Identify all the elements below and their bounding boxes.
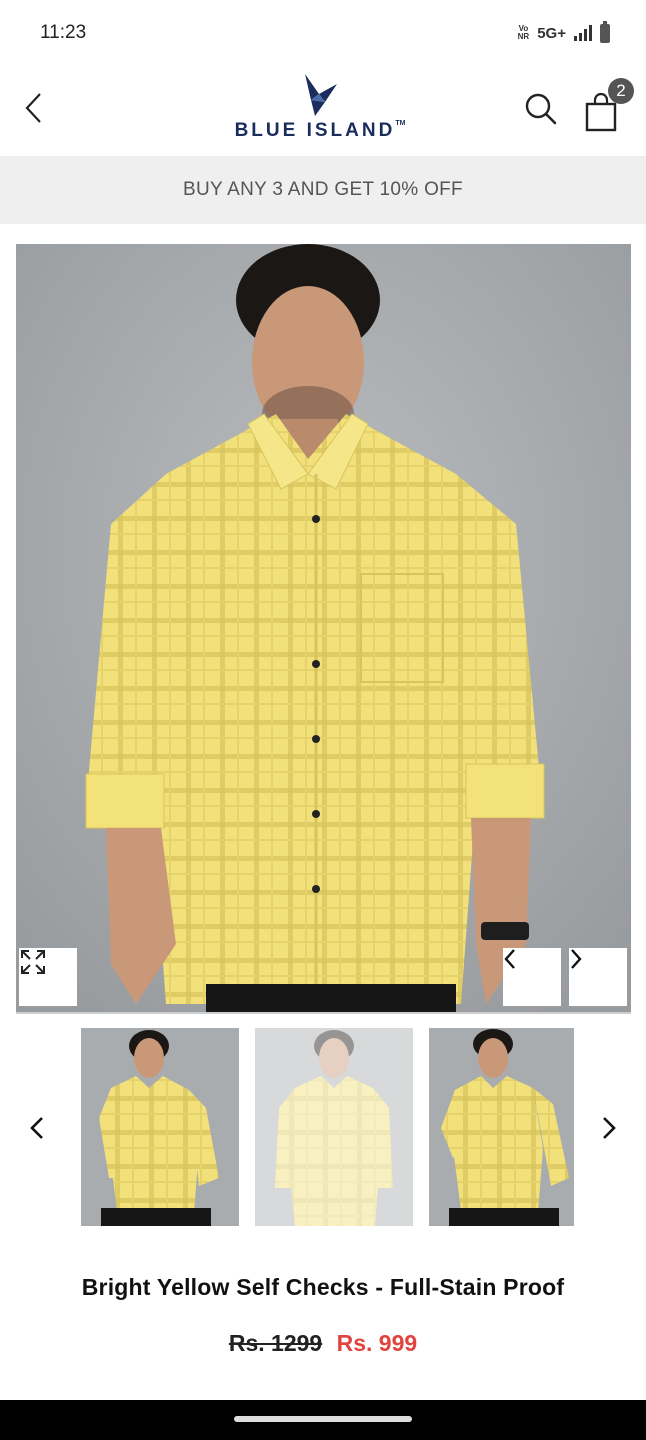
- thumbnail-image: [255, 1028, 413, 1226]
- search-icon: [525, 93, 557, 125]
- thumbnail-prev-button[interactable]: [20, 1108, 54, 1148]
- chevron-left-icon: [30, 1117, 43, 1139]
- battery-icon: [600, 20, 610, 43]
- model-shirt-illustration: [16, 244, 631, 1012]
- chevron-right-icon: [603, 1117, 616, 1139]
- volte-bottom: NR: [517, 32, 530, 41]
- promo-text: BUY ANY 3 AND GET 10% OFF: [183, 179, 463, 200]
- home-gesture-handle[interactable]: [234, 1416, 412, 1422]
- cart-count-badge: 2: [608, 78, 634, 104]
- status-time: 11:23: [40, 22, 87, 43]
- thumbnail-1[interactable]: [81, 1028, 239, 1226]
- signal-bars-icon: [574, 25, 592, 41]
- thumbnail-image: [429, 1028, 574, 1226]
- original-price: Rs. 1299: [228, 1330, 323, 1356]
- thumbnail-next-button[interactable]: [592, 1108, 626, 1148]
- status-bar: 11:23 Vo NR 5G+: [0, 0, 646, 66]
- status-icons: Vo NR 5G+: [518, 20, 610, 43]
- back-button[interactable]: [18, 88, 50, 128]
- thumbnail-strip: [0, 1028, 646, 1228]
- thumbnail-3[interactable]: [429, 1028, 574, 1226]
- price-row: Rs. 1299 Rs. 999: [0, 1330, 646, 1357]
- expand-icon: [21, 950, 45, 974]
- thumbnail-2[interactable]: [255, 1028, 413, 1226]
- image-next-button[interactable]: [569, 948, 627, 1006]
- search-button[interactable]: [522, 90, 560, 128]
- sale-price: Rs. 999: [336, 1330, 418, 1356]
- promo-banner[interactable]: BUY ANY 3 AND GET 10% OFF: [0, 156, 646, 224]
- brand-text: BLUE ISLAND: [234, 120, 396, 141]
- thumbnail-image: [81, 1028, 239, 1226]
- bird-logo-icon: [305, 74, 337, 116]
- brand-logo[interactable]: BLUE ISLANDTM: [220, 72, 420, 152]
- brand-name: BLUE ISLANDTM: [220, 120, 420, 142]
- chevron-left-icon: [504, 949, 515, 969]
- image-prev-button[interactable]: [503, 948, 561, 1006]
- trademark: TM: [395, 120, 406, 127]
- product-title: Bright Yellow Self Checks - Full-Stain P…: [81, 1274, 565, 1300]
- volte-indicator: Vo NR: [518, 25, 530, 41]
- app-header: BLUE ISLANDTM 2: [0, 66, 646, 156]
- chevron-right-icon: [571, 949, 582, 969]
- product-main-image[interactable]: [16, 244, 631, 1014]
- cart-button[interactable]: 2: [585, 78, 634, 132]
- system-nav-bar: [0, 1400, 646, 1440]
- expand-image-button[interactable]: [19, 948, 77, 1006]
- chevron-left-icon: [25, 93, 41, 123]
- network-type: 5G+: [537, 24, 566, 42]
